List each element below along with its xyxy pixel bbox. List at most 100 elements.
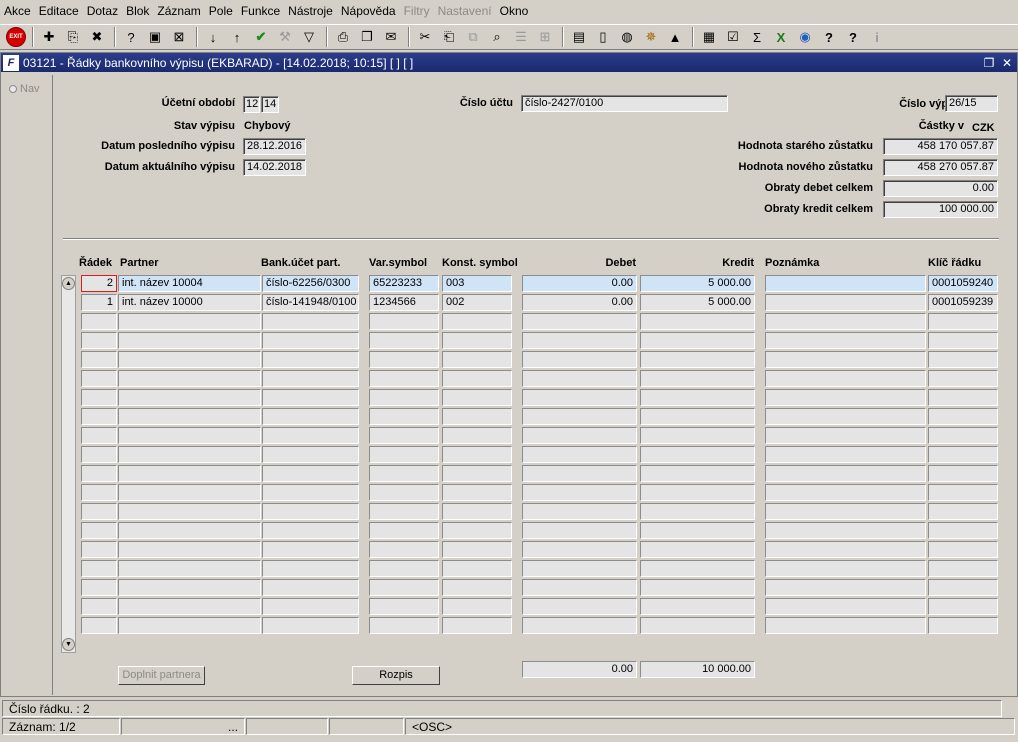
report-icon[interactable]: ▦ (698, 27, 720, 47)
table-row[interactable] (1, 617, 1017, 635)
cell-partner[interactable]: int. název 10004 (118, 275, 261, 292)
cell-var[interactable] (369, 465, 439, 482)
cell-konst[interactable] (442, 446, 512, 463)
wrench-icon[interactable]: ⚒ (274, 27, 296, 47)
cell-partner[interactable] (118, 446, 261, 463)
cell-konst[interactable] (442, 560, 512, 577)
cell-kredit[interactable] (640, 541, 755, 558)
cell-klic[interactable] (928, 465, 998, 482)
cell-bank[interactable] (262, 617, 359, 634)
cell-poznamka[interactable] (765, 522, 926, 539)
cell-kredit[interactable] (640, 560, 755, 577)
menu-item-5[interactable]: Pole (209, 4, 233, 18)
cell-poznamka[interactable] (765, 484, 926, 501)
table-row[interactable] (1, 465, 1017, 483)
cell-var[interactable] (369, 598, 439, 615)
cell-partner[interactable] (118, 389, 261, 406)
cell-radek[interactable] (81, 370, 117, 387)
cell-var[interactable] (369, 579, 439, 596)
cell-bank[interactable] (262, 560, 359, 577)
exit-button[interactable]: EXIT (6, 27, 26, 47)
cell-konst[interactable] (442, 503, 512, 520)
cell-kredit[interactable] (640, 351, 755, 368)
menu-item-9[interactable]: Filtry (404, 4, 430, 18)
document-icon[interactable]: ▤ (568, 27, 590, 47)
cancel-query-icon[interactable]: ⊠ (168, 27, 190, 47)
cell-var[interactable] (369, 408, 439, 425)
cell-kredit[interactable] (640, 427, 755, 444)
cell-debet[interactable] (522, 446, 637, 463)
cell-poznamka[interactable] (765, 579, 926, 596)
cell-radek[interactable] (81, 389, 117, 406)
cell-konst[interactable] (442, 313, 512, 330)
list-icon[interactable]: ☰ (510, 27, 532, 47)
cell-kredit[interactable] (640, 617, 755, 634)
cell-debet[interactable] (522, 351, 637, 368)
cell-kredit[interactable] (640, 408, 755, 425)
cell-kredit[interactable]: 5 000.00 (640, 275, 755, 292)
cell-bank[interactable] (262, 389, 359, 406)
cell-radek[interactable] (81, 332, 117, 349)
cell-var[interactable] (369, 313, 439, 330)
cell-radek[interactable]: 1 (81, 294, 117, 311)
cell-kredit[interactable] (640, 465, 755, 482)
cell-bank[interactable] (262, 332, 359, 349)
table-row[interactable]: 2 int. název 10004 číslo-62256/0300 6522323… (1, 275, 1017, 293)
cell-konst[interactable] (442, 465, 512, 482)
confirm-icon[interactable]: ✔ (250, 27, 272, 47)
cell-kredit[interactable] (640, 598, 755, 615)
cell-radek[interactable] (81, 522, 117, 539)
insert-record-icon[interactable]: ✚ (38, 27, 60, 47)
cell-var[interactable] (369, 503, 439, 520)
sort-ascending-icon[interactable]: ↓ (202, 27, 224, 47)
sum-debit-field[interactable]: 0.00 (522, 661, 637, 678)
cell-debet[interactable] (522, 579, 637, 596)
tree-icon[interactable]: ⊞ (534, 27, 556, 47)
cell-klic[interactable] (928, 560, 998, 577)
cell-debet[interactable] (522, 313, 637, 330)
menu-item-0[interactable]: Akce (4, 4, 31, 18)
menu-item-11[interactable]: Okno (500, 4, 529, 18)
cell-partner[interactable] (118, 465, 261, 482)
cell-radek[interactable] (81, 408, 117, 425)
cell-klic[interactable] (928, 313, 998, 330)
cut-icon[interactable]: ✂ (414, 27, 436, 47)
cell-var[interactable] (369, 617, 439, 634)
cell-klic[interactable] (928, 541, 998, 558)
table-row[interactable] (1, 408, 1017, 426)
table-row[interactable] (1, 503, 1017, 521)
cell-debet[interactable]: 0.00 (522, 275, 637, 292)
query-icon[interactable]: ? (120, 27, 142, 47)
menu-item-7[interactable]: Nástroje (288, 4, 333, 18)
cell-bank[interactable]: číslo-62256/0300 (262, 275, 359, 292)
cell-poznamka[interactable] (765, 389, 926, 406)
cell-klic[interactable] (928, 617, 998, 634)
mail-icon[interactable]: ✉ (380, 27, 402, 47)
cell-bank[interactable] (262, 465, 359, 482)
cell-partner[interactable] (118, 484, 261, 501)
cell-partner[interactable] (118, 408, 261, 425)
cell-poznamka[interactable] (765, 503, 926, 520)
cell-poznamka[interactable] (765, 275, 926, 292)
cell-var[interactable] (369, 484, 439, 501)
cell-radek[interactable] (81, 503, 117, 520)
cell-poznamka[interactable] (765, 351, 926, 368)
cell-var[interactable] (369, 332, 439, 349)
cell-bank[interactable] (262, 427, 359, 444)
cell-radek[interactable] (81, 351, 117, 368)
cell-kredit[interactable] (640, 522, 755, 539)
cell-poznamka[interactable] (765, 332, 926, 349)
cell-radek[interactable] (81, 427, 117, 444)
cell-var[interactable] (369, 522, 439, 539)
cell-radek[interactable] (81, 617, 117, 634)
cell-klic[interactable] (928, 408, 998, 425)
cell-var[interactable] (369, 351, 439, 368)
cell-partner[interactable] (118, 370, 261, 387)
cell-konst[interactable] (442, 522, 512, 539)
browser-icon[interactable]: ◉ (794, 27, 816, 47)
menu-item-1[interactable]: Editace (39, 4, 79, 18)
cell-radek[interactable]: 2 (81, 275, 117, 292)
cell-debet[interactable] (522, 332, 637, 349)
cell-klic[interactable] (928, 351, 998, 368)
cell-konst[interactable] (442, 351, 512, 368)
